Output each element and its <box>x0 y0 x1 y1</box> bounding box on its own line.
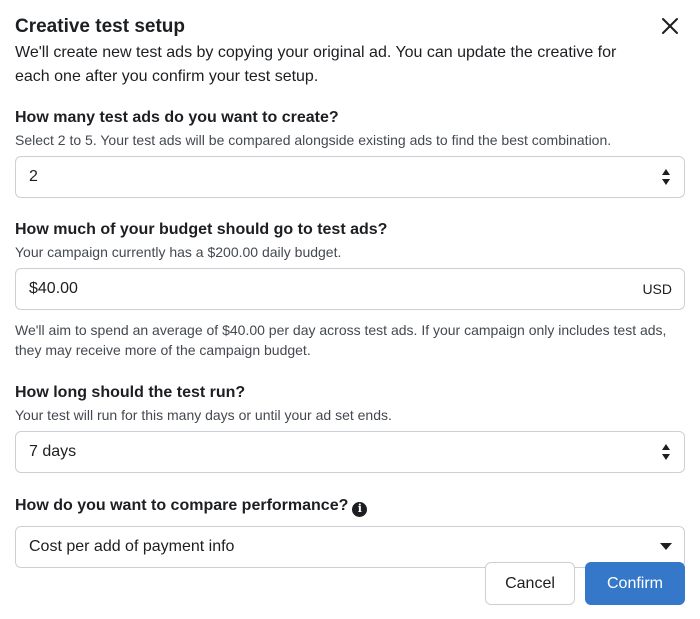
duration-label: How long should the test run? <box>15 384 246 401</box>
currency-label: USD <box>642 281 672 297</box>
close-button[interactable] <box>660 16 680 36</box>
compare-label: How do you want to compare performance? <box>15 497 349 514</box>
compare-value: Cost per add of payment info <box>29 537 235 555</box>
creative-test-setup-dialog: Creative test setup We'll create new tes… <box>0 0 700 619</box>
chevron-down-icon <box>660 543 672 550</box>
stepper-arrows[interactable] <box>660 440 672 464</box>
compare-section: How do you want to compare performance? i… <box>15 496 685 568</box>
test-ads-helper: Select 2 to 5. Your test ads will be com… <box>15 132 612 148</box>
dialog-intro: We'll create new test ads by copying you… <box>15 44 617 85</box>
dialog-title: Creative test setup <box>15 16 186 37</box>
budget-input[interactable]: $40.00 USD <box>15 268 685 310</box>
test-ads-label: How many test ads do you want to create? <box>15 109 339 126</box>
stepper-arrows[interactable] <box>660 165 672 189</box>
compare-label-row: How do you want to compare performance? i <box>15 496 685 517</box>
budget-value: $40.00 <box>29 280 78 297</box>
decrement-arrow-icon[interactable] <box>662 179 670 185</box>
duration-section: How long should the test run? Your test … <box>15 383 685 473</box>
test-ads-value: 2 <box>29 168 38 185</box>
confirm-button[interactable]: Confirm <box>585 562 685 605</box>
test-ads-stepper[interactable]: 2 <box>15 156 685 198</box>
increment-arrow-icon[interactable] <box>662 444 670 450</box>
duration-stepper[interactable]: 7 days <box>15 431 685 473</box>
decrement-arrow-icon[interactable] <box>662 454 670 460</box>
duration-value: 7 days <box>29 443 77 460</box>
cancel-button[interactable]: Cancel <box>485 562 575 605</box>
budget-section: How much of your budget should go to tes… <box>15 220 685 360</box>
budget-note: We'll aim to spend an average of $40.00 … <box>15 322 667 358</box>
duration-helper: Your test will run for this many days or… <box>15 407 392 423</box>
test-ads-section: How many test ads do you want to create?… <box>15 108 685 198</box>
budget-helper: Your campaign currently has a $200.00 da… <box>15 244 342 260</box>
dialog-footer: Cancel Confirm <box>485 562 685 605</box>
increment-arrow-icon[interactable] <box>662 169 670 175</box>
info-icon[interactable]: i <box>352 501 368 517</box>
budget-label: How much of your budget should go to tes… <box>15 221 388 238</box>
close-icon <box>662 18 678 34</box>
